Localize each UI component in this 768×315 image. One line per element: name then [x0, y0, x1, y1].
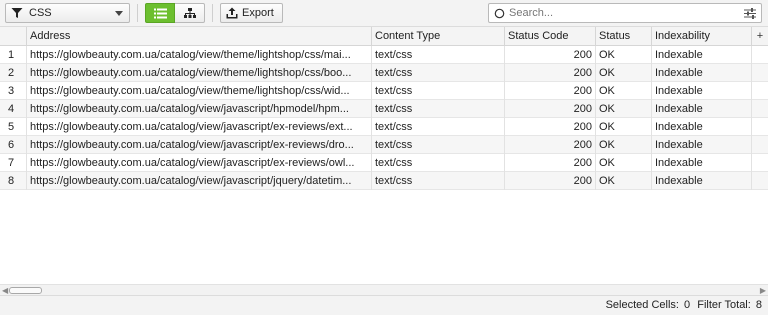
indexability-cell[interactable]: Indexable	[652, 100, 752, 118]
tree-icon	[183, 7, 196, 18]
add-column-button[interactable]: +	[752, 27, 768, 46]
indexability-cell[interactable]: Indexable	[652, 154, 752, 172]
address-cell[interactable]: https://glowbeauty.com.ua/catalog/view/j…	[27, 154, 372, 172]
indexability-cell[interactable]: Indexable	[652, 172, 752, 190]
status-code-cell[interactable]: 200	[505, 46, 596, 64]
scrollbar-thumb[interactable]	[9, 287, 42, 294]
status-code-cell[interactable]: 200	[505, 100, 596, 118]
content-type-cell[interactable]: text/css	[372, 136, 505, 154]
table-row[interactable]: 4 https://glowbeauty.com.ua/catalog/view…	[0, 100, 768, 118]
export-label: Export	[242, 7, 274, 19]
row-index: 5	[0, 118, 27, 136]
filter-value: CSS	[29, 7, 52, 19]
table-row[interactable]: 2 https://glowbeauty.com.ua/catalog/view…	[0, 64, 768, 82]
export-icon	[226, 7, 238, 19]
scroll-left-icon[interactable]: ◀	[2, 286, 8, 295]
row-index: 1	[0, 46, 27, 64]
content-type-cell[interactable]: text/css	[372, 82, 505, 100]
table-row[interactable]: 5 https://glowbeauty.com.ua/catalog/view…	[0, 118, 768, 136]
indexability-cell[interactable]: Indexable	[652, 136, 752, 154]
row-index: 8	[0, 172, 27, 190]
row-index: 3	[0, 82, 27, 100]
status-summary: Selected Cells: 0 Filter Total: 8	[604, 299, 762, 311]
status-cell[interactable]: OK	[596, 100, 652, 118]
selected-cells-label: Selected Cells:	[605, 299, 679, 311]
list-icon	[153, 8, 167, 18]
column-header-indexability[interactable]: Indexability	[652, 27, 752, 46]
address-cell[interactable]: https://glowbeauty.com.ua/catalog/view/j…	[27, 100, 372, 118]
status-code-cell[interactable]: 200	[505, 64, 596, 82]
status-cell[interactable]: OK	[596, 46, 652, 64]
indexability-cell[interactable]: Indexable	[652, 64, 752, 82]
row-index: 6	[0, 136, 27, 154]
search-input[interactable]	[505, 7, 725, 19]
export-button[interactable]: Export	[220, 3, 283, 23]
content-type-cell[interactable]: text/css	[372, 172, 505, 190]
status-code-cell[interactable]: 200	[505, 136, 596, 154]
address-cell[interactable]: https://glowbeauty.com.ua/catalog/view/j…	[27, 172, 372, 190]
toolbar: CSS Export	[0, 0, 768, 27]
address-cell[interactable]: https://glowbeauty.com.ua/catalog/view/t…	[27, 46, 372, 64]
chevron-down-icon	[115, 11, 123, 16]
tree-view-button[interactable]	[175, 3, 205, 23]
status-code-cell[interactable]: 200	[505, 154, 596, 172]
filter-total-label: Filter Total:	[697, 299, 751, 311]
table-header: Address Content Type Status Code Status …	[0, 27, 768, 46]
content-type-cell[interactable]: text/css	[372, 118, 505, 136]
status-cell[interactable]: OK	[596, 172, 652, 190]
indexability-cell[interactable]: Indexable	[652, 82, 752, 100]
filter-total-value: 8	[755, 299, 762, 311]
column-header-status-code[interactable]: Status Code	[505, 27, 596, 46]
status-cell[interactable]: OK	[596, 82, 652, 100]
column-header-address[interactable]: Address	[27, 27, 372, 46]
table-row[interactable]: 7 https://glowbeauty.com.ua/catalog/view…	[0, 154, 768, 172]
column-header-status[interactable]: Status	[596, 27, 652, 46]
list-view-button[interactable]	[145, 3, 175, 23]
status-bar: Selected Cells: 0 Filter Total: 8	[0, 295, 768, 315]
search-field[interactable]	[488, 3, 762, 23]
table-row[interactable]: 8 https://glowbeauty.com.ua/catalog/view…	[0, 172, 768, 190]
toolbar-divider	[137, 4, 138, 22]
content-type-cell[interactable]: text/css	[372, 46, 505, 64]
filter-settings-icon[interactable]	[744, 8, 756, 19]
search-circle-icon	[494, 8, 505, 18]
row-index: 4	[0, 100, 27, 118]
table-row[interactable]: 3 https://glowbeauty.com.ua/catalog/view…	[0, 82, 768, 100]
content-type-cell[interactable]: text/css	[372, 154, 505, 172]
content-type-cell[interactable]: text/css	[372, 64, 505, 82]
scroll-right-icon[interactable]: ▶	[760, 286, 766, 295]
status-cell[interactable]: OK	[596, 118, 652, 136]
status-cell[interactable]: OK	[596, 154, 652, 172]
status-code-cell[interactable]: 200	[505, 118, 596, 136]
address-cell[interactable]: https://glowbeauty.com.ua/catalog/view/j…	[27, 136, 372, 154]
status-code-cell[interactable]: 200	[505, 82, 596, 100]
status-cell[interactable]: OK	[596, 136, 652, 154]
address-cell[interactable]: https://glowbeauty.com.ua/catalog/view/t…	[27, 64, 372, 82]
column-header-content-type[interactable]: Content Type	[372, 27, 505, 46]
indexability-cell[interactable]: Indexable	[652, 46, 752, 64]
column-header-index	[0, 27, 27, 46]
status-cell[interactable]: OK	[596, 64, 652, 82]
status-code-cell[interactable]: 200	[505, 172, 596, 190]
content-type-cell[interactable]: text/css	[372, 100, 505, 118]
address-cell[interactable]: https://glowbeauty.com.ua/catalog/view/j…	[27, 118, 372, 136]
table-row[interactable]: 1 https://glowbeauty.com.ua/catalog/view…	[0, 46, 768, 64]
table-row[interactable]: 6 https://glowbeauty.com.ua/catalog/view…	[0, 136, 768, 154]
filter-dropdown[interactable]: CSS	[5, 3, 130, 23]
row-index: 7	[0, 154, 27, 172]
row-index: 2	[0, 64, 27, 82]
indexability-cell[interactable]: Indexable	[652, 118, 752, 136]
funnel-icon	[11, 8, 23, 18]
horizontal-scrollbar[interactable]: ◀ ▶	[0, 284, 768, 295]
selected-cells-value: 0	[684, 299, 691, 311]
toolbar-divider	[212, 4, 213, 22]
address-cell[interactable]: https://glowbeauty.com.ua/catalog/view/t…	[27, 82, 372, 100]
